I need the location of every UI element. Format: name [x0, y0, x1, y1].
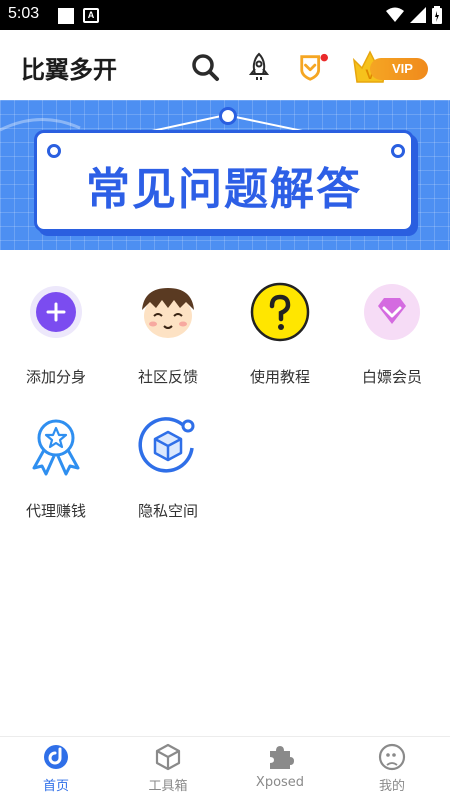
banner-title: 常见问题解答 — [86, 164, 362, 215]
home-icon — [44, 745, 68, 769]
feature-tutorial[interactable]: 使用教程 — [224, 280, 336, 387]
notification-a-icon: A — [83, 8, 99, 23]
banner-pin-left — [47, 144, 61, 158]
add-circle-icon — [30, 286, 82, 338]
feature-label: 隐私空间 — [137, 502, 198, 520]
notification-square-icon — [58, 8, 74, 24]
feature-label: 白嫖会员 — [361, 368, 422, 386]
feature-agent-earn[interactable]: 代理赚钱 — [0, 414, 112, 521]
banner-pin-top — [219, 107, 237, 125]
feature-label: 社区反馈 — [137, 368, 198, 386]
cube-icon — [155, 743, 181, 771]
bottom-navigation: 首页 工具箱 Xposed 我的 — [0, 736, 450, 800]
app-header: 比翼多开 V VIP — [0, 30, 450, 102]
puzzle-icon — [270, 746, 294, 769]
face-icon — [378, 743, 406, 771]
rocket-icon[interactable] — [244, 52, 274, 82]
tab-label: Xposed — [255, 775, 305, 790]
faq-banner[interactable]: 常见问题解答 — [0, 100, 450, 250]
banner-pin-right — [391, 144, 405, 158]
tab-label: 我的 — [378, 779, 405, 794]
status-bar: 5:03 A — [0, 0, 450, 30]
tab-label: 首页 — [42, 779, 69, 794]
feature-add-clone[interactable]: 添加分身 — [0, 280, 112, 387]
status-time: 5:03 — [8, 5, 40, 22]
vip-label: VIP — [392, 61, 413, 76]
status-indicators — [386, 6, 442, 24]
tab-xposed[interactable]: Xposed — [224, 737, 336, 800]
tab-mine[interactable]: 我的 — [336, 737, 448, 800]
feature-privacy-space[interactable]: 隐私空间 — [112, 414, 224, 521]
feature-label: 代理赚钱 — [25, 502, 86, 520]
feature-free-membership[interactable]: 白嫖会员 — [336, 280, 448, 387]
search-icon[interactable] — [190, 52, 220, 82]
tab-label: 工具箱 — [148, 779, 188, 794]
app-title: 比翼多开 — [21, 56, 117, 84]
award-ribbon-icon — [32, 419, 80, 476]
cartoon-face-icon — [142, 288, 194, 338]
signal-icon — [410, 7, 426, 23]
banner-card: 常见问题解答 — [34, 130, 414, 232]
shield-badge-icon[interactable] — [298, 52, 328, 82]
tab-home[interactable]: 首页 — [0, 737, 112, 800]
wifi-icon — [386, 7, 404, 22]
vip-button[interactable]: V VIP — [350, 48, 430, 86]
feature-label: 使用教程 — [249, 368, 310, 386]
feature-label: 添加分身 — [25, 368, 86, 386]
privacy-cube-icon — [138, 417, 195, 473]
diamond-icon — [364, 284, 420, 340]
tab-toolbox[interactable]: 工具箱 — [112, 737, 224, 800]
question-mark-icon — [250, 282, 310, 342]
feature-community-feedback[interactable]: 社区反馈 — [112, 280, 224, 387]
battery-icon — [432, 6, 442, 24]
